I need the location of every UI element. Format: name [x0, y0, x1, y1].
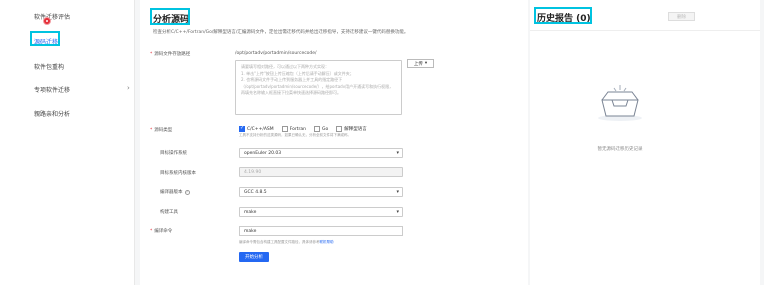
- page-description: 检查分析C/C++/Fortran/Go/解释型语言/汇编源码文件，定位出需迁移…: [153, 30, 409, 35]
- help-icon[interactable]: ?: [184, 189, 190, 195]
- compiler-version-label: 编译器版本?: [160, 189, 190, 195]
- app-window: 软件迁移评估 源码迁移 软件包重构 专项软件迁移 › 親路亲和分析 分析源码 检…: [0, 0, 764, 285]
- caret-down-icon: ▾: [396, 189, 399, 195]
- upload-button[interactable]: 上传 ▾: [407, 59, 434, 68]
- empty-box-icon: [598, 85, 642, 121]
- history-highlight-box: [534, 7, 592, 24]
- checkbox-icon[interactable]: [313, 126, 320, 132]
- build-tool-label: 构建工具: [160, 210, 178, 215]
- source-path-value: /opt/portadv/portadmin/sourcecode/: [235, 51, 317, 56]
- source-type-hint: 工具不支持分析的这类源码，如果已确认无，分析全前文件将下满或称。: [239, 133, 351, 137]
- sidebar-highlight-box: [30, 31, 60, 46]
- sidebar-item-special-migration[interactable]: 专项软件迁移: [34, 85, 70, 94]
- checkbox-checked-icon[interactable]: [239, 125, 245, 132]
- start-analysis-button[interactable]: 开始分析: [239, 252, 269, 262]
- checkbox-cpp[interactable]: C/C++/ASM: [239, 125, 274, 132]
- source-type-label: * 源码类型: [150, 128, 173, 133]
- build-tool-select[interactable]: make ▾: [239, 207, 403, 217]
- sidebar-item-package-rebuild[interactable]: 软件包重构: [34, 62, 64, 71]
- sidebar-item-assessment[interactable]: 软件迁移评估: [34, 12, 70, 21]
- source-path-label: * 源码文件存放路径: [150, 52, 191, 57]
- compile-command-input[interactable]: make: [239, 226, 403, 236]
- compiler-version-select[interactable]: GCC 4.8.5 ▾: [239, 187, 403, 197]
- source-path-textarea[interactable]: 请要填写相对路径，可以通过以下两种方式实现： 1. 单击"上传"按钮上传压缩包（…: [235, 60, 402, 115]
- compile-command-help: 编译命令需包含构建工具配置文件路径，具体请参考联机帮助: [239, 240, 334, 244]
- sidebar: 软件迁移评估 源码迁移 软件包重构 专项软件迁移 › 親路亲和分析: [0, 0, 135, 285]
- history-panel: 历史报告 (0) 删除 暂无源码迁移历史记录: [530, 0, 760, 285]
- cursor-pointer-icon: [43, 17, 51, 25]
- analyze-source-panel: 分析源码 检查分析C/C++/Fortran/Go/解释型语言/汇编源码文件，定…: [140, 0, 528, 285]
- divider: [530, 30, 760, 31]
- target-kernel-label: 目标系统内核版本: [160, 171, 196, 176]
- caret-down-icon: ▾: [396, 209, 399, 215]
- target-os-select[interactable]: openEuler 20.03 ▾: [239, 148, 403, 158]
- source-type-checkboxes: C/C++/ASM Fortran Go 解释型语言: [239, 125, 367, 132]
- checkbox-icon[interactable]: [281, 126, 288, 132]
- title-highlight-box: [150, 8, 190, 25]
- checkbox-icon[interactable]: [336, 126, 343, 132]
- checkbox-go[interactable]: Go: [313, 126, 328, 132]
- online-help-link[interactable]: 联机帮助: [320, 240, 334, 244]
- chevron-down-icon: ▾: [424, 61, 428, 66]
- checkbox-fortran[interactable]: Fortran: [281, 126, 306, 132]
- chevron-right-icon[interactable]: ›: [127, 84, 130, 92]
- checkbox-interpreted[interactable]: 解释型语言: [336, 126, 367, 132]
- sidebar-item-affinity-analysis[interactable]: 親路亲和分析: [34, 109, 70, 118]
- target-kernel-field: 4.19.90: [239, 167, 403, 177]
- empty-state-text: 暂无源码迁移历史记录: [597, 147, 643, 152]
- upload-label: 上传: [413, 61, 423, 67]
- compile-command-label: * 编译命令: [150, 229, 173, 234]
- delete-button[interactable]: 删除: [668, 12, 695, 21]
- target-os-label: 目标操作系统: [160, 151, 187, 156]
- caret-down-icon: ▾: [396, 150, 399, 156]
- textarea-placeholder: 请要填写相对路径，可以通过以下两种方式实现： 1. 单击"上传"按钮上传压缩包（…: [241, 64, 394, 95]
